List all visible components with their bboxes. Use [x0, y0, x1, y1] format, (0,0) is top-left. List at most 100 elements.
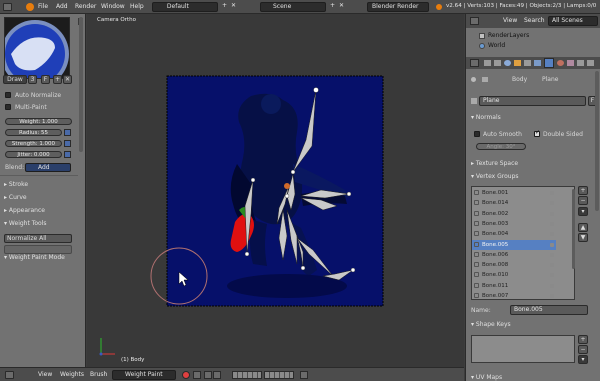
data-block-icon[interactable]	[471, 98, 477, 104]
vertex-groups-panel-header[interactable]: ▾ Vertex Groups	[471, 173, 519, 180]
3d-viewport[interactable]: Camera Ortho (1) Body	[87, 14, 464, 367]
vertex-group-row[interactable]: Bone.004	[472, 229, 556, 239]
vertex-group-scrollbar[interactable]	[572, 189, 575, 269]
normalize-all-button[interactable]: Normalize All	[4, 234, 72, 243]
render-tab-icon[interactable]	[484, 60, 491, 66]
weight-paint-mode-panel-header[interactable]: ▾ Weight Paint Mode	[4, 254, 65, 261]
vertex-group-move-down-button[interactable]: ▼	[578, 233, 588, 242]
outliner-display-mode[interactable]: All Scenes	[548, 16, 598, 26]
vertex-group-lock-icon[interactable]	[550, 232, 554, 237]
particles-tab-icon[interactable]	[577, 60, 584, 66]
vertex-group-remove-button[interactable]: −	[578, 196, 588, 205]
weight-tools-panel-header[interactable]: ▾ Weight Tools	[4, 220, 47, 227]
vertex-group-lock-icon[interactable]	[550, 283, 554, 288]
uv-maps-panel-header[interactable]: ▾ UV Maps	[471, 374, 502, 381]
texture-space-panel-header[interactable]: ▸ Texture Space	[471, 160, 518, 167]
menu-brush[interactable]: Brush	[90, 371, 107, 378]
scene-close-icon[interactable]: ✕	[339, 2, 344, 9]
brush-preview[interactable]	[4, 17, 70, 79]
render-preview-icon[interactable]	[300, 371, 308, 379]
vertex-group-lock-icon[interactable]	[550, 242, 554, 247]
properties-scrollbar[interactable]	[595, 71, 599, 211]
auto-normalize-checkbox[interactable]	[5, 92, 11, 98]
editor-type-icon[interactable]	[5, 371, 14, 379]
vertex-group-lock-icon[interactable]	[550, 201, 554, 206]
properties-editor-icon[interactable]	[470, 59, 479, 67]
vertex-group-row[interactable]: Bone.005	[472, 239, 556, 250]
vertex-group-lock-icon[interactable]	[550, 263, 554, 268]
menu-add[interactable]: Add	[56, 3, 68, 10]
vertex-group-name-field[interactable]: Bone.005	[510, 305, 588, 315]
outliner-editor-icon[interactable]	[470, 17, 479, 25]
menu-file[interactable]: File	[38, 3, 48, 10]
vertex-group-move-up-button[interactable]: ▲	[578, 223, 588, 232]
shape-key-remove-button[interactable]: −	[578, 345, 588, 354]
vertex-group-row[interactable]: Bone.007	[472, 291, 556, 301]
pin-icon[interactable]	[471, 77, 476, 82]
brush-users-count[interactable]: 3	[28, 75, 37, 84]
layout-close-icon[interactable]: ✕	[231, 2, 236, 9]
brush-name-field[interactable]: Draw	[3, 75, 27, 84]
object-tab-icon[interactable]	[514, 60, 521, 66]
brush-fake-user-button[interactable]: F	[41, 75, 50, 84]
stroke-panel-header[interactable]: ▸ Stroke	[4, 181, 28, 188]
texture-tab-icon[interactable]	[567, 60, 574, 66]
double-sided-checkbox[interactable]: ✓	[534, 129, 540, 137]
vertex-group-row[interactable]: Bone.001	[472, 188, 556, 198]
physics-tab-icon[interactable]	[587, 60, 594, 66]
mesh-name-field[interactable]: Plane	[479, 96, 586, 106]
menu-weights[interactable]: Weights	[60, 371, 84, 378]
vertex-group-specials-button[interactable]: ▾	[578, 207, 588, 216]
vertex-group-row[interactable]: Bone.006	[472, 250, 556, 260]
scene-tab-icon[interactable]	[494, 60, 501, 66]
scene-add-icon[interactable]: +	[330, 2, 335, 9]
world-tab-icon[interactable]	[504, 60, 511, 66]
layer-buttons-icon[interactable]	[232, 371, 262, 379]
brush-unlink-button[interactable]: ✕	[63, 75, 72, 84]
vertex-group-row[interactable]: Bone.003	[472, 219, 556, 229]
layout-add-icon[interactable]: +	[222, 2, 227, 9]
material-tab-icon[interactable]	[557, 60, 564, 66]
radius-pressure-icon[interactable]	[64, 129, 71, 136]
tool-shelf-scrollbar[interactable]	[79, 17, 83, 152]
vertex-group-row[interactable]: Bone.011	[472, 281, 556, 291]
shape-key-specials-button[interactable]: ▾	[578, 355, 588, 364]
vertex-group-lock-icon[interactable]	[550, 221, 554, 226]
auto-smooth-angle-field[interactable]: Angle: 30°	[476, 143, 526, 150]
appearance-panel-header[interactable]: ▸ Appearance	[4, 207, 45, 214]
vertex-group-lock-icon[interactable]	[550, 294, 554, 298]
vertex-group-lock-icon[interactable]	[550, 211, 554, 216]
strength-pressure-icon[interactable]	[64, 140, 71, 147]
vertex-group-row[interactable]: Bone.008	[472, 260, 556, 270]
vertex-group-row[interactable]: Bone.014	[472, 198, 556, 208]
scene-selector[interactable]: Scene	[260, 2, 326, 12]
render-engine-selector[interactable]: Blender Render	[367, 2, 429, 12]
strength-slider[interactable]: Strength: 1.000	[5, 140, 62, 147]
vertex-group-lock-icon[interactable]	[550, 191, 554, 195]
weight-tools-next-button[interactable]	[4, 245, 72, 254]
layout-selector[interactable]: Default	[152, 2, 218, 12]
vertex-group-lock-icon[interactable]	[550, 273, 554, 278]
brush-add-button[interactable]: +	[53, 75, 62, 84]
vertex-group-add-button[interactable]: +	[578, 186, 588, 195]
viewport-shading-icon[interactable]	[182, 371, 190, 379]
jitter-pressure-icon[interactable]	[64, 151, 71, 158]
vertex-group-row[interactable]: Bone.010	[472, 270, 556, 280]
outliner-menu-search[interactable]: Search	[524, 17, 545, 24]
normals-panel-header[interactable]: ▾ Normals	[471, 114, 501, 121]
outliner-item-world[interactable]: World	[488, 42, 505, 49]
info-editor-icon[interactable]	[3, 3, 12, 11]
auto-smooth-checkbox[interactable]	[474, 131, 480, 137]
mode-selector[interactable]: Weight Paint	[112, 370, 176, 380]
modifiers-tab-icon[interactable]	[534, 60, 541, 66]
pivot-icon[interactable]	[193, 371, 201, 379]
shape-keys-panel-header[interactable]: ▾ Shape Keys	[471, 321, 511, 328]
mesh-data-tab-icon[interactable]	[544, 58, 554, 68]
face-mask-icon[interactable]	[204, 371, 212, 379]
curve-panel-header[interactable]: ▸ Curve	[4, 194, 27, 201]
shape-key-add-button[interactable]: +	[578, 335, 588, 344]
vertex-group-row[interactable]: Bone.002	[472, 209, 556, 219]
menu-view[interactable]: View	[38, 371, 52, 378]
outliner-menu-view[interactable]: View	[503, 17, 517, 24]
blend-mode-dropdown[interactable]: Add	[25, 163, 71, 172]
